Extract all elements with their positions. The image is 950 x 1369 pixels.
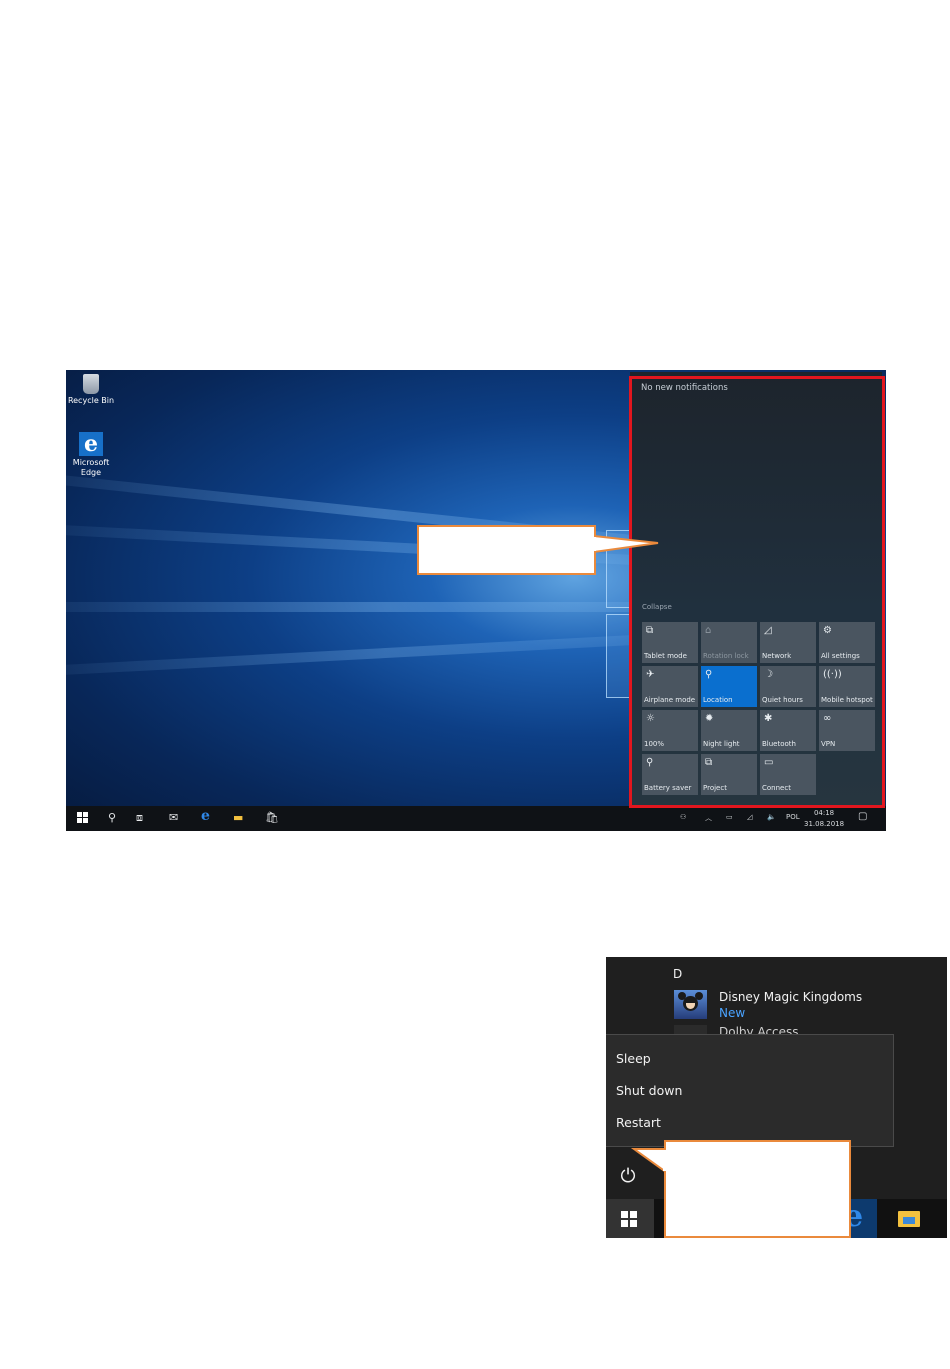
section-letter[interactable]: D <box>673 967 682 981</box>
edge-taskbar-icon[interactable]: e <box>201 809 210 823</box>
new-badge: New <box>719 1006 746 1020</box>
power-menu: Sleep Shut down Restart <box>606 1034 894 1147</box>
callout-joint <box>592 537 596 551</box>
windows-logo-icon <box>621 1211 637 1227</box>
people-icon[interactable]: ⚇ <box>680 813 686 821</box>
volume-icon[interactable]: 🔈 <box>767 813 776 821</box>
wallpaper-beam <box>66 633 666 680</box>
app-name[interactable]: Disney Magic Kingdoms <box>719 990 862 1004</box>
clock[interactable]: 04:18 31.08.2018 <box>804 808 844 830</box>
shut-down-option[interactable]: Shut down <box>616 1083 682 1098</box>
wallpaper-beam <box>66 602 666 612</box>
search-icon[interactable]: ⚲ <box>108 812 116 824</box>
start-icon[interactable] <box>77 812 88 826</box>
start-button[interactable] <box>606 1199 654 1238</box>
wifi-icon[interactable]: ◿ <box>747 813 752 821</box>
desktop-icon-recycle-bin[interactable]: Recycle Bin <box>66 374 116 406</box>
wallpaper-window-pane <box>606 614 630 698</box>
chevron-up-icon[interactable]: ︿ <box>705 813 712 823</box>
callout-box <box>664 1140 851 1238</box>
sleep-option[interactable]: Sleep <box>616 1051 651 1066</box>
restart-option[interactable]: Restart <box>616 1115 661 1130</box>
callout-joint <box>663 1150 667 1171</box>
store-icon[interactable]: 🛍 <box>265 812 279 824</box>
recycle-bin-icon <box>83 374 99 394</box>
callout-box <box>417 525 596 575</box>
language-indicator[interactable]: POL <box>786 813 800 821</box>
clock-date: 31.08.2018 <box>804 820 845 828</box>
disney-app-icon <box>674 990 707 1019</box>
desktop-icon-label: Recycle Bin <box>67 396 115 405</box>
task-view-icon[interactable]: ⧈ <box>136 812 143 824</box>
action-center-highlight <box>629 376 885 808</box>
taskbar: ⚲ ⧈ ✉ e ▬ 🛍 ⚇ ︿ ▭ ◿ 🔈 POL 04:18 31.08.20… <box>66 806 886 831</box>
mail-icon[interactable]: ✉ <box>169 812 178 824</box>
clock-time: 04:18 <box>813 809 835 817</box>
edge-icon: e <box>79 432 103 456</box>
desktop-icon-edge[interactable]: e Microsoft Edge <box>66 432 116 478</box>
file-explorer-icon[interactable] <box>898 1211 920 1227</box>
action-center-icon[interactable]: ▢ <box>858 811 867 822</box>
desktop-icon-label: Microsoft Edge <box>72 458 110 477</box>
file-explorer-icon[interactable]: ▬ <box>233 812 243 824</box>
battery-icon[interactable]: ▭ <box>726 813 733 821</box>
